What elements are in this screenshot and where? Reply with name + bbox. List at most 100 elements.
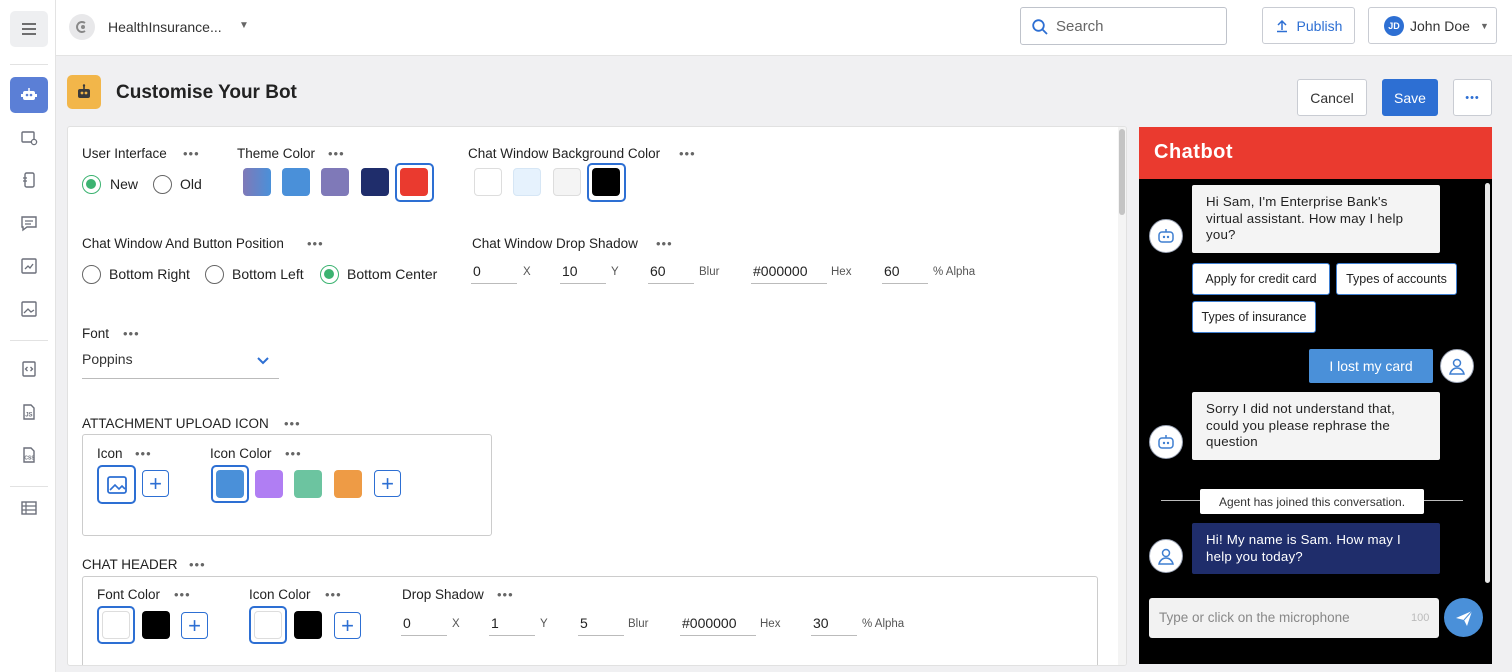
add-header-icon-color-button[interactable]: + xyxy=(334,612,361,639)
bot-icon[interactable] xyxy=(10,77,48,113)
radio-bottom-left[interactable] xyxy=(205,265,224,284)
more-icon[interactable]: ••• xyxy=(656,236,673,251)
header-shadow-y-unit: Y xyxy=(540,618,548,630)
user-menu[interactable]: JD John Doe ▼ xyxy=(1368,7,1497,44)
bg-swatch-2[interactable] xyxy=(513,168,541,196)
shadow-blur-input[interactable]: 60 xyxy=(648,260,694,284)
add-icon-button[interactable]: + xyxy=(142,470,169,497)
project-logo-icon xyxy=(69,14,95,40)
font-color-swatch-1[interactable] xyxy=(102,611,130,639)
more-icon[interactable]: ••• xyxy=(123,326,140,341)
table-icon[interactable] xyxy=(10,490,48,526)
divider xyxy=(10,486,48,487)
attachment-label: ATTACHMENT UPLOAD ICON xyxy=(82,416,269,431)
more-icon[interactable]: ••• xyxy=(307,236,324,251)
header-shadow-hex-input[interactable]: #000000 xyxy=(680,612,756,636)
header-icon-swatch-1[interactable] xyxy=(254,611,282,639)
bg-swatch-3[interactable] xyxy=(553,168,581,196)
theme-swatch-2[interactable] xyxy=(282,168,310,196)
more-options-button[interactable]: ••• xyxy=(1453,79,1492,116)
project-name[interactable]: HealthInsurance... xyxy=(108,19,222,35)
add-color-button[interactable]: + xyxy=(374,470,401,497)
settings-icon[interactable] xyxy=(10,120,48,156)
header-shadow-blur-input[interactable]: 5 xyxy=(578,612,624,636)
drop-shadow-label: Chat Window Drop Shadow xyxy=(472,236,638,251)
theme-swatch-5[interactable] xyxy=(400,168,428,196)
css-icon[interactable]: CSS xyxy=(10,437,48,473)
more-icon[interactable]: ••• xyxy=(325,587,342,602)
header-drop-shadow-label: Drop Shadow xyxy=(402,587,484,602)
chat-header: Chatbot xyxy=(1139,127,1492,179)
divider xyxy=(10,340,48,341)
scrollbar-track[interactable] xyxy=(1118,127,1126,665)
attachment-swatch-2[interactable] xyxy=(255,470,283,498)
chat-scrollbar[interactable] xyxy=(1485,183,1490,583)
font-select[interactable]: Poppins xyxy=(82,349,279,379)
shadow-alpha-input[interactable]: 60 xyxy=(882,260,928,284)
radio-old[interactable] xyxy=(153,175,172,194)
chat-input[interactable]: Type or click on the microphone 100 xyxy=(1149,598,1439,638)
quick-reply-chip[interactable]: Types of accounts xyxy=(1336,263,1457,295)
left-sidebar: JS CSS xyxy=(0,0,56,672)
header-shadow-y-input[interactable]: 1 xyxy=(489,612,535,636)
quick-reply-chip[interactable]: Apply for credit card xyxy=(1192,263,1330,295)
shadow-hex-input[interactable]: #000000 xyxy=(751,260,827,284)
more-icon[interactable]: ••• xyxy=(174,587,191,602)
image-icon[interactable] xyxy=(97,465,136,504)
chat-title: Chatbot xyxy=(1154,141,1234,163)
bot-message: Sorry I did not understand that, could y… xyxy=(1192,392,1440,460)
send-button[interactable] xyxy=(1444,598,1483,637)
agent-message: Hi! My name is Sam. How may I help you t… xyxy=(1192,523,1440,574)
search-input[interactable]: Search xyxy=(1020,7,1227,45)
image-icon[interactable] xyxy=(10,291,48,327)
more-icon[interactable]: ••• xyxy=(497,587,514,602)
more-icon[interactable]: ••• xyxy=(183,146,200,161)
upload-icon xyxy=(1276,19,1287,32)
bg-swatch-4[interactable] xyxy=(592,168,620,196)
chevron-down-icon[interactable]: ▼ xyxy=(239,20,249,31)
theme-swatch-3[interactable] xyxy=(321,168,349,196)
shadow-x-input[interactable]: 0 xyxy=(471,260,517,284)
shadow-alpha-unit: % Alpha xyxy=(933,266,976,278)
header-icon-swatch-2[interactable] xyxy=(294,611,322,639)
publish-button[interactable]: Publish xyxy=(1262,7,1355,44)
attachment-swatch-3[interactable] xyxy=(294,470,322,498)
shadow-blur-unit: Blur xyxy=(699,266,720,278)
font-color-swatch-2[interactable] xyxy=(142,611,170,639)
more-icon[interactable]: ••• xyxy=(285,446,302,461)
chat-header-label: CHAT HEADER xyxy=(82,557,178,572)
more-icon[interactable]: ••• xyxy=(328,146,345,161)
more-icon[interactable]: ••• xyxy=(284,416,301,431)
attachment-swatch-1[interactable] xyxy=(216,470,244,498)
scrollbar-thumb[interactable] xyxy=(1119,129,1125,215)
agent-avatar-icon xyxy=(1149,539,1183,573)
font-value: Poppins xyxy=(82,351,133,367)
radio-bottom-right[interactable] xyxy=(82,265,101,284)
save-button[interactable]: Save xyxy=(1382,79,1438,116)
radio-bottom-center[interactable] xyxy=(320,265,339,284)
quick-reply-chip[interactable]: Types of insurance xyxy=(1192,301,1316,333)
more-icon[interactable]: ••• xyxy=(679,146,696,161)
cancel-button[interactable]: Cancel xyxy=(1297,79,1367,116)
more-icon[interactable]: ••• xyxy=(135,446,152,461)
js-icon[interactable]: JS xyxy=(10,394,48,430)
chat-icon[interactable] xyxy=(10,205,48,241)
report-icon[interactable] xyxy=(10,248,48,284)
more-icon[interactable]: ••• xyxy=(189,557,206,572)
background-color-label: Chat Window Background Color xyxy=(468,146,661,161)
header-shadow-x-input[interactable]: 0 xyxy=(401,612,447,636)
header-shadow-alpha-input[interactable]: 30 xyxy=(811,612,857,636)
cancel-label: Cancel xyxy=(1310,89,1354,106)
shadow-y-input[interactable]: 10 xyxy=(560,260,606,284)
code-icon[interactable] xyxy=(10,351,48,387)
bg-swatch-1[interactable] xyxy=(474,168,502,196)
add-font-color-button[interactable]: + xyxy=(181,612,208,639)
user-avatar-icon xyxy=(1440,349,1474,383)
menu-icon[interactable] xyxy=(10,11,48,47)
mobile-icon[interactable] xyxy=(10,162,48,198)
attachment-swatch-4[interactable] xyxy=(334,470,362,498)
theme-swatch-1[interactable] xyxy=(243,168,271,196)
chatbot-preview: Chatbot Hi Sam, I'm Enterprise Bank's vi… xyxy=(1139,127,1492,664)
theme-swatch-4[interactable] xyxy=(361,168,389,196)
radio-new[interactable] xyxy=(82,175,101,194)
